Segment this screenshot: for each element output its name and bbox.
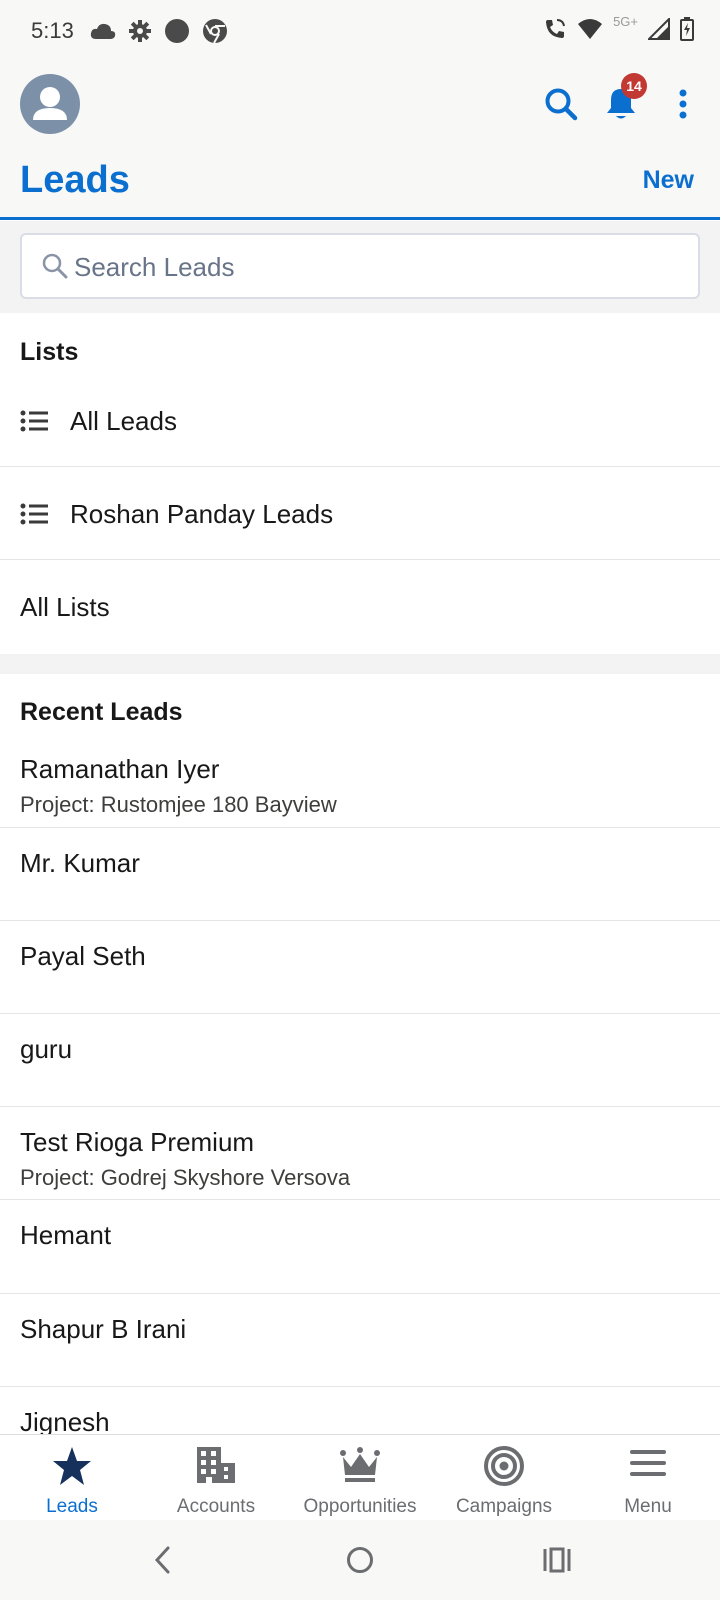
hamburger-menu-icon [628, 1445, 668, 1486]
search-button[interactable] [539, 82, 583, 126]
list-item-all-leads[interactable]: All Leads [0, 376, 720, 467]
lead-name: Test Rioga Premium [20, 1127, 255, 1157]
network-type: 5G+ [613, 13, 638, 29]
status-right-icons: 5G+ [543, 13, 694, 41]
star-icon [51, 1445, 93, 1492]
bottom-tab-bar: Leads Accounts Opportunities Campaigns M… [0, 1434, 720, 1520]
home-button[interactable] [340, 1540, 380, 1580]
lead-name: Jignesh [20, 1407, 110, 1434]
recent-lead-row[interactable]: Payal Seth [0, 921, 720, 1014]
tab-label: Leads [46, 1496, 98, 1517]
signal-icon [648, 18, 670, 40]
user-icon [33, 87, 67, 120]
lead-project: Project: Godrej Skyshore Versova [20, 1165, 351, 1190]
recent-lead-row[interactable]: Ramanathan Iyer Project: Rustomjee 180 B… [0, 736, 720, 828]
building-icon [195, 1445, 237, 1490]
page-title: Leads [20, 159, 130, 201]
tab-menu[interactable]: Menu [576, 1435, 720, 1521]
recent-lead-row[interactable]: Jignesh [0, 1387, 720, 1434]
wifi-icon [578, 19, 603, 39]
lead-name: Shapur B Irani [20, 1314, 187, 1344]
search-icon [545, 88, 578, 121]
lead-name: Hemant [20, 1220, 112, 1250]
crown-icon [339, 1445, 381, 1490]
status-bar: 5:13 5G+ [0, 0, 720, 62]
notification-badge: 14 [621, 73, 647, 99]
wifi-call-icon [546, 19, 566, 38]
list-item-label: All Leads [70, 406, 177, 436]
list-item-label: Roshan Panday Leads [70, 499, 334, 529]
recent-lead-row[interactable]: Shapur B Irani [0, 1294, 720, 1387]
more-vertical-icon [679, 89, 687, 119]
recent-lead-row[interactable]: guru [0, 1014, 720, 1107]
recent-apps-button[interactable] [537, 1540, 577, 1580]
search-field-icon [42, 253, 68, 279]
list-item-roshan-panday-leads[interactable]: Roshan Panday Leads [0, 467, 720, 560]
recent-lead-row[interactable]: Hemant [0, 1200, 720, 1294]
tab-label: Menu [624, 1496, 672, 1517]
battery-charging-icon [680, 17, 694, 41]
lists-heading: Lists [20, 338, 79, 366]
search-band [0, 221, 720, 313]
status-left-icons [90, 18, 228, 44]
tab-opportunities[interactable]: Opportunities [288, 1435, 432, 1521]
back-button[interactable] [142, 1540, 182, 1580]
avatar[interactable] [20, 74, 80, 134]
cloud-icon [90, 23, 116, 39]
settings-gear-icon [129, 20, 151, 42]
lead-project: Project: Rustomjee 180 Bayview [20, 792, 337, 817]
recent-lead-row[interactable]: Mr. Kumar [0, 828, 720, 921]
system-nav-bar [0, 1520, 720, 1600]
more-options-button[interactable] [661, 82, 705, 126]
search-input[interactable] [74, 245, 674, 289]
recent-leads-heading: Recent Leads [20, 698, 183, 726]
tab-label: Opportunities [303, 1496, 417, 1517]
lead-name: Ramanathan Iyer [20, 754, 220, 784]
lead-name: Payal Seth [20, 941, 146, 971]
search-field-icon-wrap [42, 253, 68, 284]
back-chevron-icon [154, 1546, 170, 1574]
list-icon [20, 410, 48, 437]
status-time: 5:13 [31, 18, 74, 43]
target-icon [483, 1445, 525, 1492]
recent-apps-icon [543, 1547, 571, 1573]
tab-accounts[interactable]: Accounts [144, 1435, 288, 1521]
new-lead-button[interactable]: New [643, 166, 694, 195]
lead-name: guru [20, 1034, 73, 1064]
recent-lead-row[interactable]: Test Rioga Premium Project: Godrej Skysh… [0, 1107, 720, 1200]
app-header: 14 Leads New [0, 62, 720, 220]
section-divider [0, 654, 720, 674]
search-box[interactable] [20, 233, 700, 299]
lead-name: Mr. Kumar [20, 848, 140, 878]
all-lists-label: All Lists [20, 592, 110, 622]
tab-campaigns[interactable]: Campaigns [432, 1435, 576, 1521]
list-icon [20, 503, 48, 530]
chrome-icon [203, 19, 227, 44]
tab-label: Accounts [176, 1496, 256, 1517]
all-lists-link[interactable]: All Lists [0, 560, 720, 654]
tab-leads[interactable]: Leads [0, 1435, 144, 1521]
home-circle-icon [347, 1547, 373, 1573]
tab-label: Campaigns [455, 1496, 553, 1517]
circle-dot-icon [165, 19, 189, 43]
